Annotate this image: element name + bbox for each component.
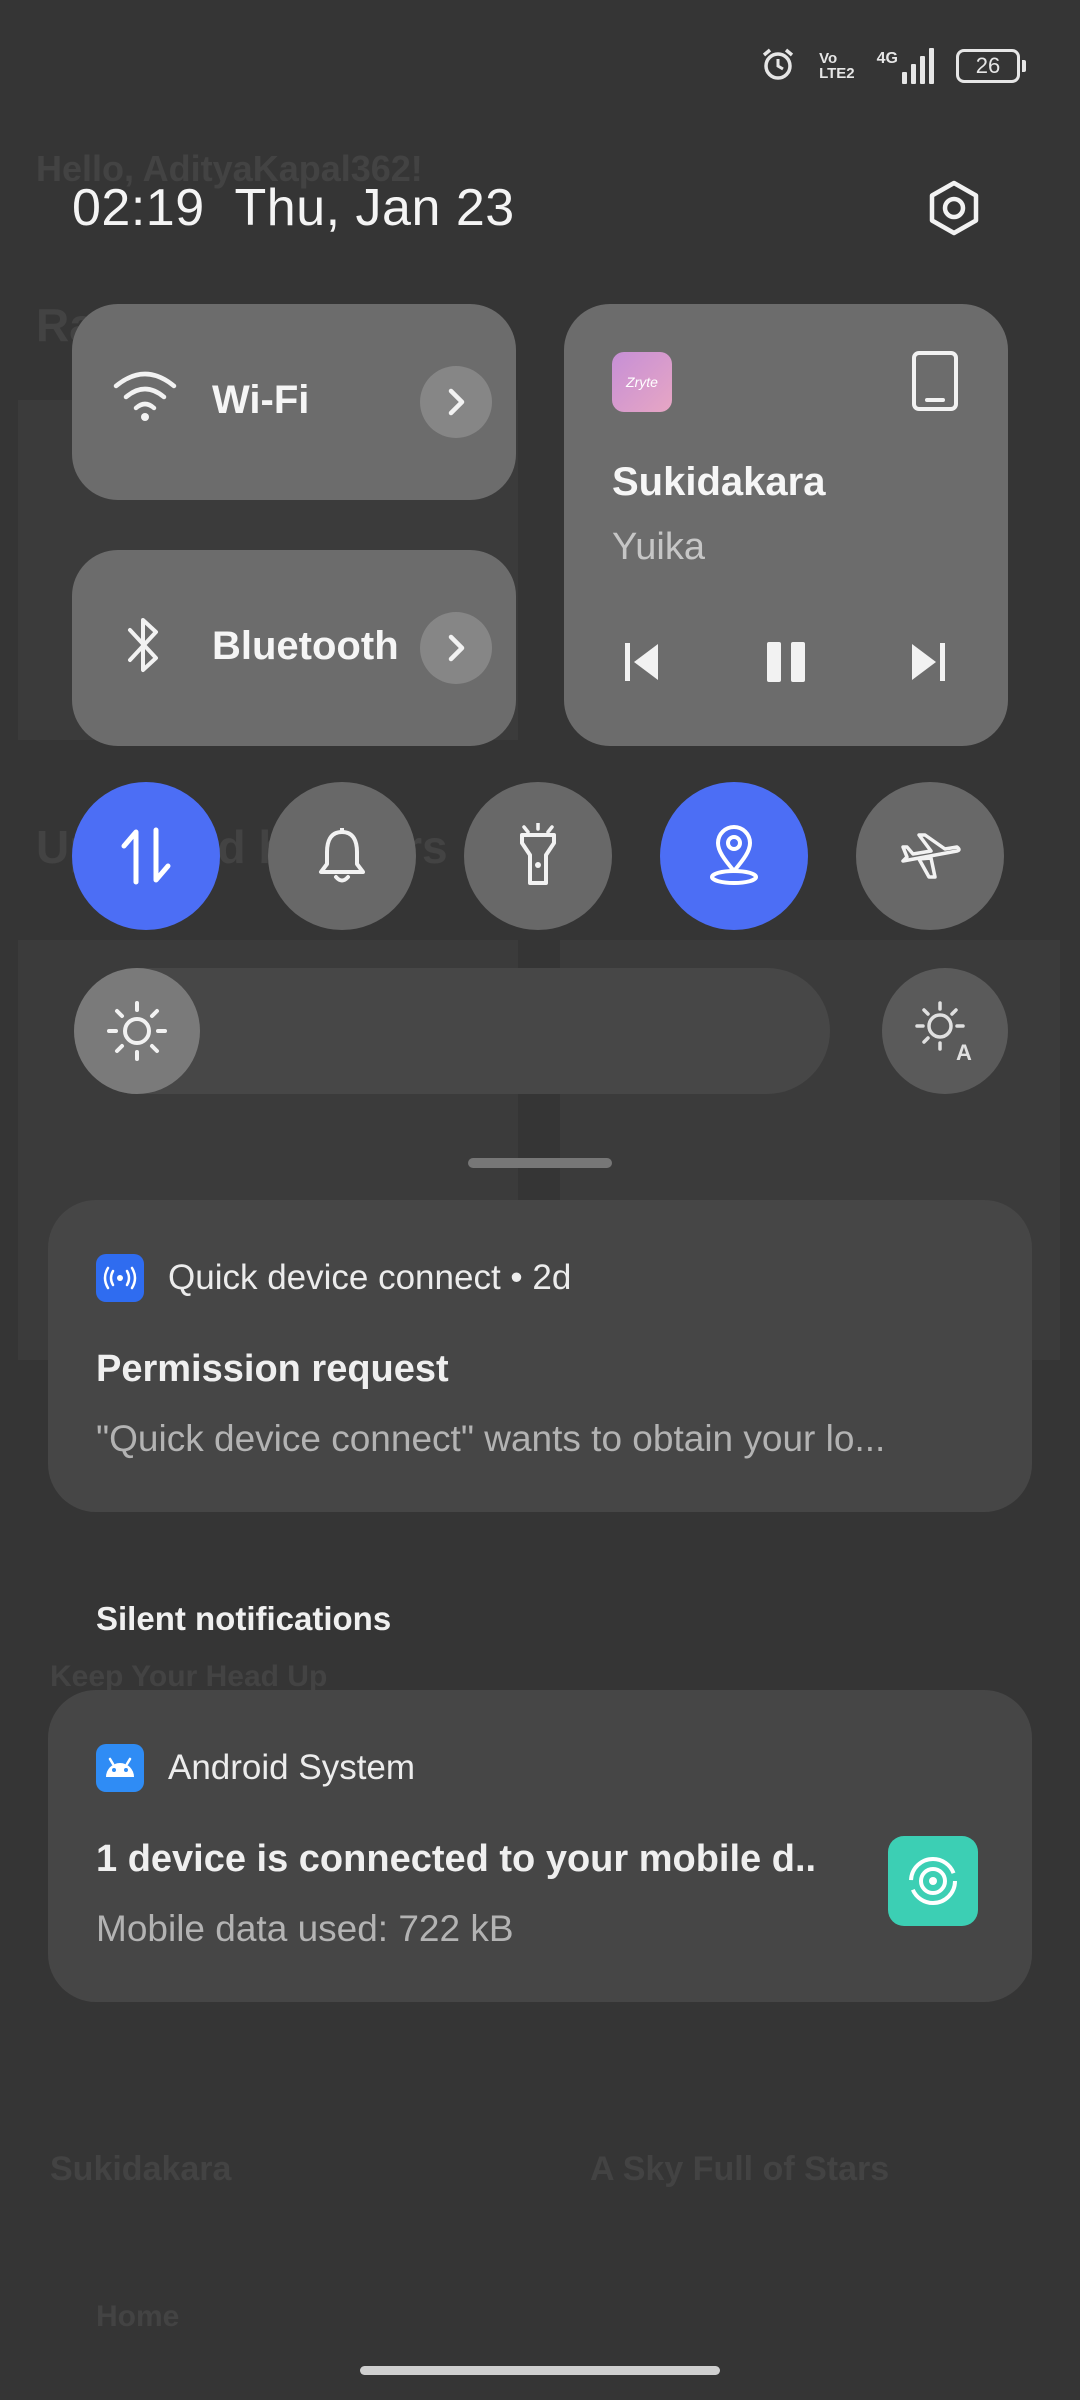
clock-date: 02:19 Thu, Jan 23: [72, 178, 515, 238]
flashlight-icon: [520, 823, 556, 885]
auto-brightness-icon: A: [915, 1001, 972, 1062]
mobile-data-toggle[interactable]: [72, 782, 220, 930]
hotspot-icon: [888, 1836, 978, 1926]
gear-icon: [929, 180, 979, 236]
notification-android-system[interactable]: Android System 1 device is connected to …: [48, 1690, 1032, 2002]
airplane-mode-toggle[interactable]: [856, 782, 1004, 930]
flashlight-toggle[interactable]: [464, 782, 612, 930]
sound-toggle[interactable]: [268, 782, 416, 930]
notification-title: 1 device is connected to your mobile d..: [96, 1838, 817, 1880]
settings-button[interactable]: [918, 172, 990, 244]
quick-connect-app-icon: [96, 1254, 144, 1302]
notification-body: "Quick device connect" wants to obtain y…: [96, 1418, 886, 1459]
bluetooth-label: Bluetooth: [212, 624, 399, 668]
bluetooth-icon: [124, 612, 164, 683]
bluetooth-expand-button[interactable]: [420, 612, 492, 684]
notification-body: Mobile data used: 722 kB: [96, 1908, 514, 1949]
wifi-label: Wi-Fi: [212, 378, 310, 422]
app-name: Quick device connect: [168, 1258, 501, 1297]
broadcast-icon: [103, 1266, 137, 1290]
skip-next-icon: [912, 643, 945, 681]
notification-quick-connect[interactable]: Quick device connect • 2d Permission req…: [48, 1200, 1032, 1512]
date: Thu, Jan 23: [234, 179, 515, 237]
clock: 02:19: [72, 179, 205, 237]
bluetooth-tile[interactable]: Bluetooth: [72, 550, 516, 746]
network-type: 4G: [876, 50, 898, 67]
next-track-button[interactable]: [892, 626, 964, 698]
pause-button[interactable]: [750, 626, 822, 698]
notification-time: 2d: [532, 1258, 572, 1297]
airplane-icon: [901, 833, 961, 879]
location-pin-icon: [710, 825, 758, 885]
wifi-icon: [112, 368, 178, 429]
auto-brightness-toggle[interactable]: A: [882, 968, 1008, 1094]
pause-icon: [767, 642, 805, 682]
data-transfer-icon: [121, 827, 171, 885]
notification-header: Quick device connect • 2d: [168, 1258, 572, 1297]
skip-previous-icon: [625, 643, 658, 681]
brightness-handle[interactable]: [74, 968, 200, 1094]
battery-level: 26: [975, 53, 1001, 78]
home-indicator[interactable]: [360, 2366, 720, 2375]
wifi-expand-button[interactable]: [420, 366, 492, 438]
alarm-icon: [759, 45, 797, 88]
shade-drag-handle[interactable]: [468, 1158, 612, 1168]
output-device-button[interactable]: [908, 350, 962, 417]
signal-icon: 4G: [877, 48, 934, 84]
bell-icon: [319, 828, 365, 883]
app-name: Android System: [168, 1748, 416, 1787]
phone-icon: [912, 351, 958, 411]
chevron-right-icon: [448, 388, 465, 416]
silent-notifications-header: Silent notifications: [96, 1600, 392, 1637]
chevron-right-icon: [448, 634, 465, 662]
previous-track-button[interactable]: [606, 626, 678, 698]
volte-indicator: Vo LTE2: [819, 50, 855, 82]
android-icon: [106, 1757, 134, 1777]
battery-icon: 26: [956, 49, 1026, 83]
media-app-icon: Zryte: [612, 352, 672, 412]
svg-text:A: A: [956, 1040, 972, 1062]
location-toggle[interactable]: [660, 782, 808, 930]
android-app-icon: [96, 1744, 144, 1792]
status-bar: Vo LTE2 4G 26: [759, 40, 1026, 92]
media-title: Sukidakara: [612, 460, 826, 504]
notification-title: Permission request: [96, 1348, 449, 1390]
sun-icon: [107, 1001, 167, 1061]
media-artist: Yuika: [612, 526, 705, 568]
wifi-tile[interactable]: Wi-Fi: [72, 304, 516, 500]
